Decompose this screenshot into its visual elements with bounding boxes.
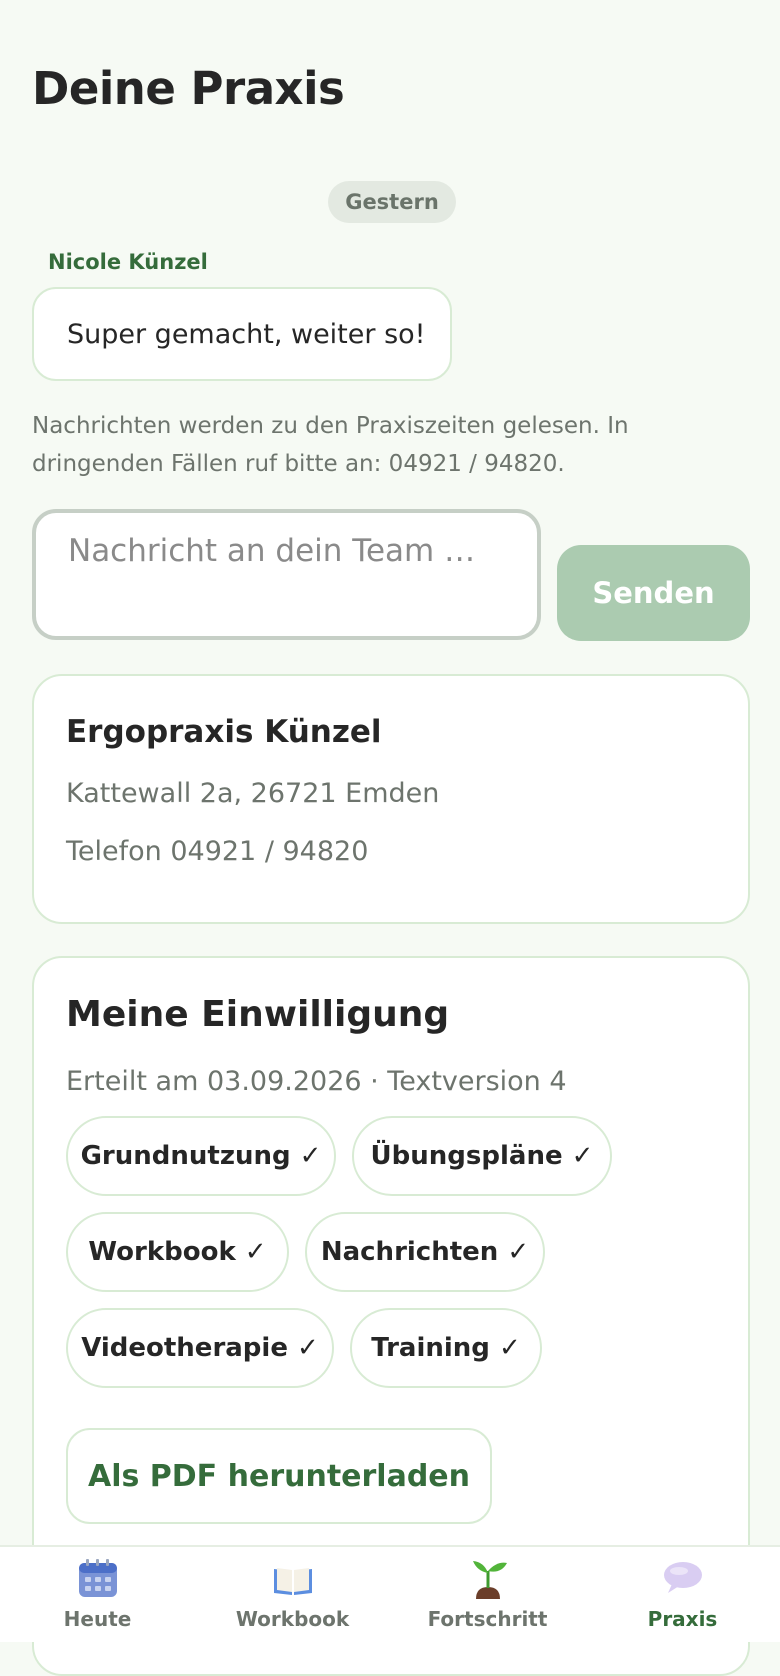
consent-chip-training: Training ✓ [350, 1308, 542, 1388]
consent-chip-grundnutzung: Grundnutzung ✓ [66, 1116, 336, 1196]
practice-card: Ergopraxis Künzel Kattewall 2a, 26721 Em… [32, 674, 750, 924]
nav-item-heute[interactable]: Heute [0, 1547, 195, 1642]
practice-name: Ergopraxis Künzel [66, 714, 382, 750]
nav-item-workbook[interactable]: Workbook [195, 1547, 390, 1642]
consent-chip-nachrichten: Nachrichten ✓ [305, 1212, 545, 1292]
consent-meta: Erteilt am 03.09.2026 · Textversion 4 [66, 1066, 567, 1097]
reading-hint: Nachrichten werden zu den Praxiszeiten g… [32, 413, 629, 477]
consent-chip-videotherapie: Videotherapie ✓ [66, 1308, 334, 1388]
book-icon [274, 1568, 312, 1595]
calendar-icon [79, 1559, 117, 1597]
page-title: Deine Praxis [32, 62, 345, 115]
nav-label-workbook: Workbook [235, 1607, 350, 1631]
bottom-nav: Heute Workbook Fortschritt Praxis [0, 1545, 780, 1642]
consent-title: Meine Einwilligung [66, 994, 450, 1035]
nav-label-fortschritt: Fortschritt [427, 1607, 548, 1631]
nav-item-fortschritt[interactable]: Fortschritt [390, 1547, 585, 1642]
speech-bubble-icon [664, 1562, 702, 1593]
seedling-icon [473, 1561, 507, 1599]
message-bubble: Super gemacht, weiter so! [32, 287, 452, 381]
nav-label-heute: Heute [63, 1607, 132, 1631]
nav-label-praxis: Praxis [647, 1607, 718, 1631]
consent-chip-workbook: Workbook ✓ [66, 1212, 289, 1292]
message-text: Super gemacht, weiter so! [67, 318, 426, 350]
practice-address: Kattewall 2a, 26721 Emden [66, 778, 440, 809]
nav-item-praxis[interactable]: Praxis [585, 1547, 780, 1642]
practice-phone: Telefon 04921 / 94820 [66, 836, 369, 867]
send-button[interactable]: Senden [557, 545, 750, 641]
message-sender: Nicole Künzel [48, 250, 208, 274]
download-pdf-button[interactable]: Als PDF herunterladen [66, 1428, 492, 1524]
message-input[interactable] [32, 509, 541, 640]
consent-chip-uebungsplaene: Übungspläne ✓ [352, 1116, 612, 1196]
date-separator: Gestern [328, 181, 456, 223]
